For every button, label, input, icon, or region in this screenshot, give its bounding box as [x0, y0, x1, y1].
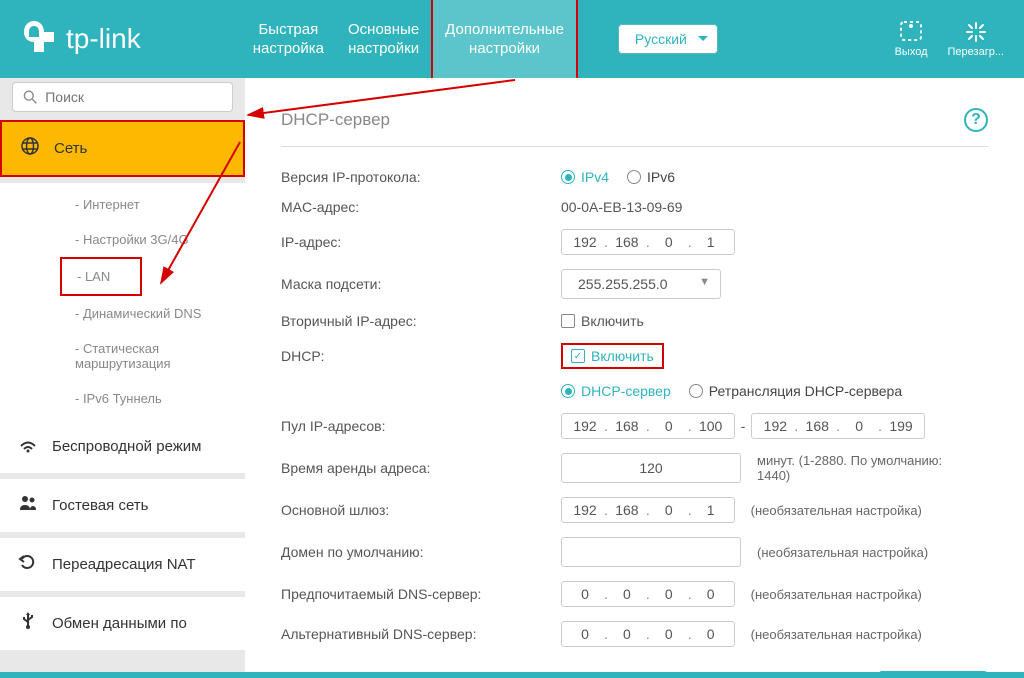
pool-to-input[interactable]: . . . — [751, 413, 925, 439]
sidebar-item-3g4g[interactable]: - Настройки 3G/4G — [0, 222, 245, 257]
sidebar-item-nat[interactable]: Переадресация NAT — [0, 538, 245, 591]
lease-hint: минут. (1-2880. По умолчанию: 1440) — [757, 453, 957, 483]
guest-icon — [18, 493, 38, 518]
reboot-icon — [964, 20, 988, 42]
wifi-icon — [18, 434, 38, 459]
tplink-logo-icon — [20, 16, 60, 63]
label-dhcp: DHCP: — [281, 348, 561, 364]
reboot-button[interactable]: Перезагр... — [948, 20, 1004, 58]
sidebar-item-static-routing[interactable]: - Статическая маршрутизация — [0, 331, 245, 381]
checkbox-secondary-ip[interactable]: Включить — [561, 313, 644, 329]
label-ip-version: Версия IP-протокола: — [281, 169, 561, 185]
search-input[interactable] — [45, 89, 222, 105]
radio-dhcp-server[interactable]: DHCP-сервер — [561, 383, 671, 399]
radio-ipv4[interactable]: IPv4 — [561, 169, 609, 185]
sidebar-item-network[interactable]: Сеть — [0, 120, 245, 177]
sidebar-item-wireless[interactable]: Беспроводной режим — [0, 420, 245, 473]
checkbox-dhcp-enable[interactable]: ✓Включить — [571, 348, 654, 364]
label-secondary-ip: Вторичный IP-адрес: — [281, 313, 561, 329]
section-title: DHCP-сервер ? — [281, 108, 988, 147]
gateway-input[interactable]: . . . — [561, 497, 735, 523]
dns2-input[interactable]: . . . — [561, 621, 735, 647]
label-ip-pool: Пул IP-адресов: — [281, 418, 561, 434]
logout-button[interactable]: Выход — [895, 20, 928, 58]
search-box[interactable] — [12, 82, 233, 112]
tab-basic-settings[interactable]: Основные настройки — [336, 0, 431, 79]
label-gateway: Основной шлюз: — [281, 502, 561, 518]
brand-text: tp-link — [66, 23, 141, 55]
logout-icon — [899, 20, 923, 42]
sidebar-item-lan[interactable]: - LAN — [60, 257, 142, 296]
search-icon — [23, 89, 37, 105]
lease-time-input[interactable] — [561, 453, 741, 483]
label-domain: Домен по умолчанию: — [281, 544, 561, 560]
tab-quick-setup[interactable]: Быстрая настройка — [241, 0, 336, 79]
sidebar-item-ipv6-tunnel[interactable]: - IPv6 Туннель — [0, 381, 245, 416]
sidebar: Сеть - Интернет - Настройки 3G/4G - LAN … — [0, 78, 245, 672]
tab-advanced-settings[interactable]: Дополнительные настройки — [431, 0, 578, 81]
help-icon[interactable]: ? — [964, 108, 988, 132]
ip-address-input[interactable]: . . . — [561, 229, 735, 255]
label-ip: IP-адрес: — [281, 234, 561, 250]
radio-ipv6[interactable]: IPv6 — [627, 169, 675, 185]
radio-dhcp-relay[interactable]: Ретрансляция DHCP-сервера — [689, 383, 902, 399]
default-domain-input[interactable] — [561, 537, 741, 567]
language-select[interactable]: Русский — [618, 24, 718, 54]
header: tp-link Быстрая настройка Основные настр… — [0, 0, 1024, 78]
sidebar-item-guest[interactable]: Гостевая сеть — [0, 479, 245, 532]
nav-tabs: Быстрая настройка Основные настройки Доп… — [241, 0, 578, 78]
value-mac: 00-0A-EB-13-09-69 — [561, 199, 682, 215]
dns1-input[interactable]: . . . — [561, 581, 735, 607]
nat-icon — [18, 552, 38, 577]
pool-from-input[interactable]: . . . — [561, 413, 735, 439]
sidebar-item-ddns[interactable]: - Динамический DNS — [0, 296, 245, 331]
usb-icon — [18, 611, 38, 636]
sidebar-item-sharing[interactable]: Обмен данными по — [0, 597, 245, 650]
subnet-mask-select[interactable]: 255.255.255.0 — [561, 269, 721, 299]
label-mask: Маска подсети: — [281, 276, 561, 292]
label-mac: MAC-адрес: — [281, 199, 561, 215]
globe-icon — [20, 136, 40, 161]
label-dns1: Предпочитаемый DNS-сервер: — [281, 586, 561, 602]
label-lease: Время аренды адреса: — [281, 460, 561, 476]
brand-logo: tp-link — [20, 16, 141, 63]
sidebar-item-internet[interactable]: - Интернет — [0, 187, 245, 222]
label-dns2: Альтернативный DNS-сервер: — [281, 626, 561, 642]
content-panel: DHCP-сервер ? Версия IP-протокола: IPv4 … — [245, 78, 1024, 672]
